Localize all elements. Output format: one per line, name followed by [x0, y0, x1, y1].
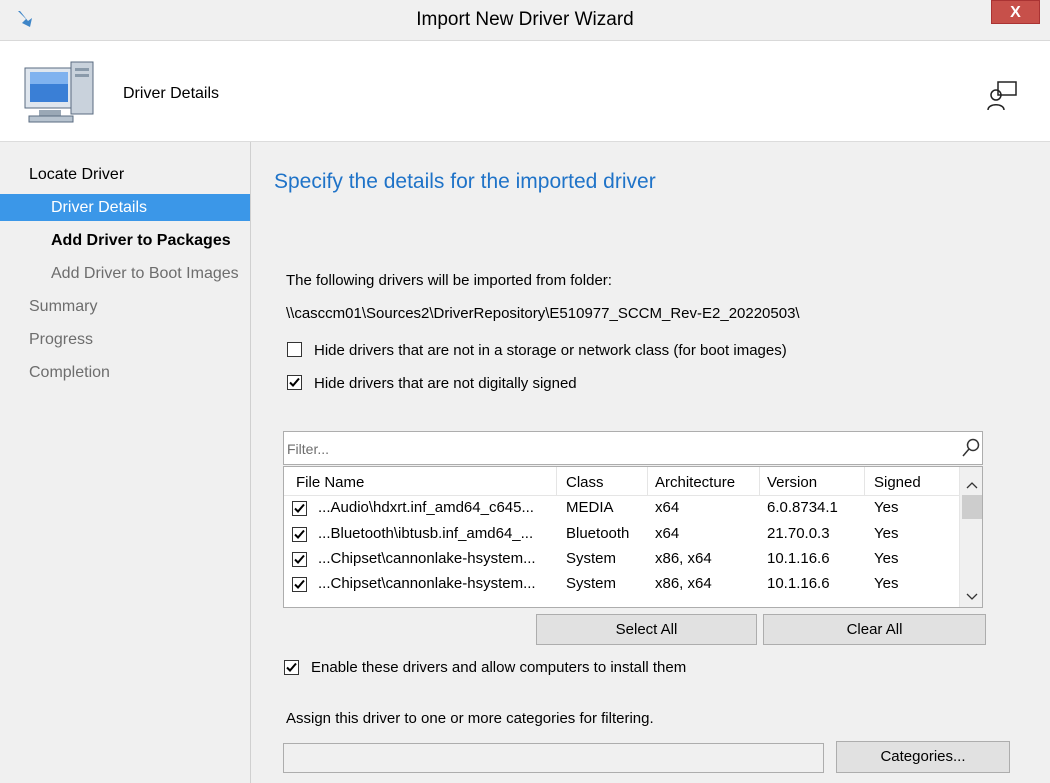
nav-summary[interactable]: Summary: [29, 293, 250, 320]
wizard-header: Driver Details: [0, 41, 1050, 142]
select-all-button[interactable]: Select All: [536, 614, 757, 645]
cell-version: 10.1.16.6: [767, 575, 830, 592]
row-checkbox[interactable]: [292, 527, 307, 542]
cell-class: System: [566, 550, 617, 567]
cell-class: MEDIA: [566, 499, 614, 516]
filter-input[interactable]: [287, 441, 947, 457]
computer-icon: [21, 58, 97, 128]
scroll-down-icon[interactable]: [966, 588, 978, 605]
title-bar: Import New Driver Wizard X: [0, 0, 1050, 41]
scrollbar-thumb[interactable]: [962, 495, 982, 519]
column-header-file-name[interactable]: File Name: [296, 474, 364, 491]
categories-button[interactable]: Categories...: [836, 741, 1010, 773]
cell-architecture: x64: [655, 525, 680, 542]
column-header-version[interactable]: Version: [767, 474, 817, 491]
cell-version: 21.70.0.3: [767, 525, 830, 542]
cell-signed: Yes: [874, 499, 899, 516]
table-scrollbar[interactable]: [959, 467, 982, 607]
section-heading: Specify the details for the imported dri…: [274, 170, 656, 193]
search-icon[interactable]: [961, 438, 981, 462]
cell-file-name: ...Chipset\cannonlake-hsystem...: [318, 550, 536, 567]
help-user-icon[interactable]: [985, 79, 1019, 117]
page-title: Driver Details: [123, 85, 220, 102]
cell-architecture: x86, x64: [655, 575, 712, 592]
checkmark-icon: [294, 529, 305, 539]
clear-all-button[interactable]: Clear All: [763, 614, 986, 645]
checkmark-icon: [294, 554, 305, 564]
cell-architecture: x86, x64: [655, 550, 712, 567]
checkmark-icon: [294, 503, 305, 513]
cell-architecture: x64: [655, 499, 680, 516]
row-checkbox[interactable]: [292, 577, 307, 592]
nav-progress[interactable]: Progress: [29, 326, 250, 353]
enable-drivers-label[interactable]: Enable these drivers and allow computers…: [311, 659, 686, 676]
driver-table: File Name Class Architecture Version Sig…: [283, 466, 983, 608]
table-header: File Name Class Architecture Version Sig…: [284, 467, 959, 496]
nav-driver-details[interactable]: Driver Details: [0, 194, 250, 221]
cell-file-name: ...Bluetooth\ibtusb.inf_amd64_...: [318, 525, 534, 542]
checkmark-icon: [294, 579, 305, 589]
column-header-architecture[interactable]: Architecture: [655, 474, 735, 491]
scroll-up-icon[interactable]: [966, 476, 978, 493]
hide-storage-label[interactable]: Hide drivers that are not in a storage o…: [314, 342, 787, 359]
column-divider[interactable]: [647, 467, 648, 495]
nav-locate-driver[interactable]: Locate Driver: [29, 161, 250, 188]
categories-field: [283, 743, 824, 773]
nav-completion[interactable]: Completion: [29, 359, 250, 386]
cell-file-name: ...Chipset\cannonlake-hsystem...: [318, 575, 536, 592]
checkmark-icon: [289, 377, 300, 387]
hide-unsigned-checkbox[interactable]: [287, 375, 302, 390]
enable-drivers-checkbox[interactable]: [284, 660, 299, 675]
window-title: Import New Driver Wizard: [416, 9, 634, 30]
column-divider[interactable]: [759, 467, 760, 495]
hide-storage-checkbox[interactable]: [287, 342, 302, 357]
nav-add-driver-to-packages[interactable]: Add Driver to Packages: [0, 227, 250, 254]
cell-signed: Yes: [874, 525, 899, 542]
categories-label: Assign this driver to one or more catego…: [286, 710, 654, 727]
table-row[interactable]: ...Bluetooth\ibtusb.inf_amd64_... Blueto…: [284, 522, 959, 547]
column-header-signed[interactable]: Signed: [874, 474, 921, 491]
cell-signed: Yes: [874, 575, 899, 592]
column-divider[interactable]: [864, 467, 865, 495]
hide-unsigned-label[interactable]: Hide drivers that are not digitally sign…: [314, 375, 577, 392]
folder-label: The following drivers will be imported f…: [286, 272, 612, 289]
cell-class: System: [566, 575, 617, 592]
checkmark-icon: [286, 662, 297, 672]
cell-version: 6.0.8734.1: [767, 499, 838, 516]
nav-add-driver-to-boot-images[interactable]: Add Driver to Boot Images: [0, 260, 250, 287]
row-checkbox[interactable]: [292, 501, 307, 516]
row-checkbox[interactable]: [292, 552, 307, 567]
table-row[interactable]: ...Chipset\cannonlake-hsystem... System …: [284, 572, 959, 597]
cell-class: Bluetooth: [566, 525, 630, 542]
cell-version: 10.1.16.6: [767, 550, 830, 567]
cell-file-name: ...Audio\hdxrt.inf_amd64_c645...: [318, 499, 534, 516]
table-row[interactable]: ...Chipset\cannonlake-hsystem... System …: [284, 547, 959, 572]
column-divider[interactable]: [556, 467, 557, 495]
cell-signed: Yes: [874, 550, 899, 567]
column-header-class[interactable]: Class: [566, 474, 604, 491]
table-row[interactable]: ...Audio\hdxrt.inf_amd64_c645... MEDIA x…: [284, 496, 959, 521]
folder-path: \\casccm01\Sources2\DriverRepository\E51…: [286, 305, 800, 322]
close-button[interactable]: X: [991, 0, 1040, 24]
filter-box: [283, 431, 983, 465]
